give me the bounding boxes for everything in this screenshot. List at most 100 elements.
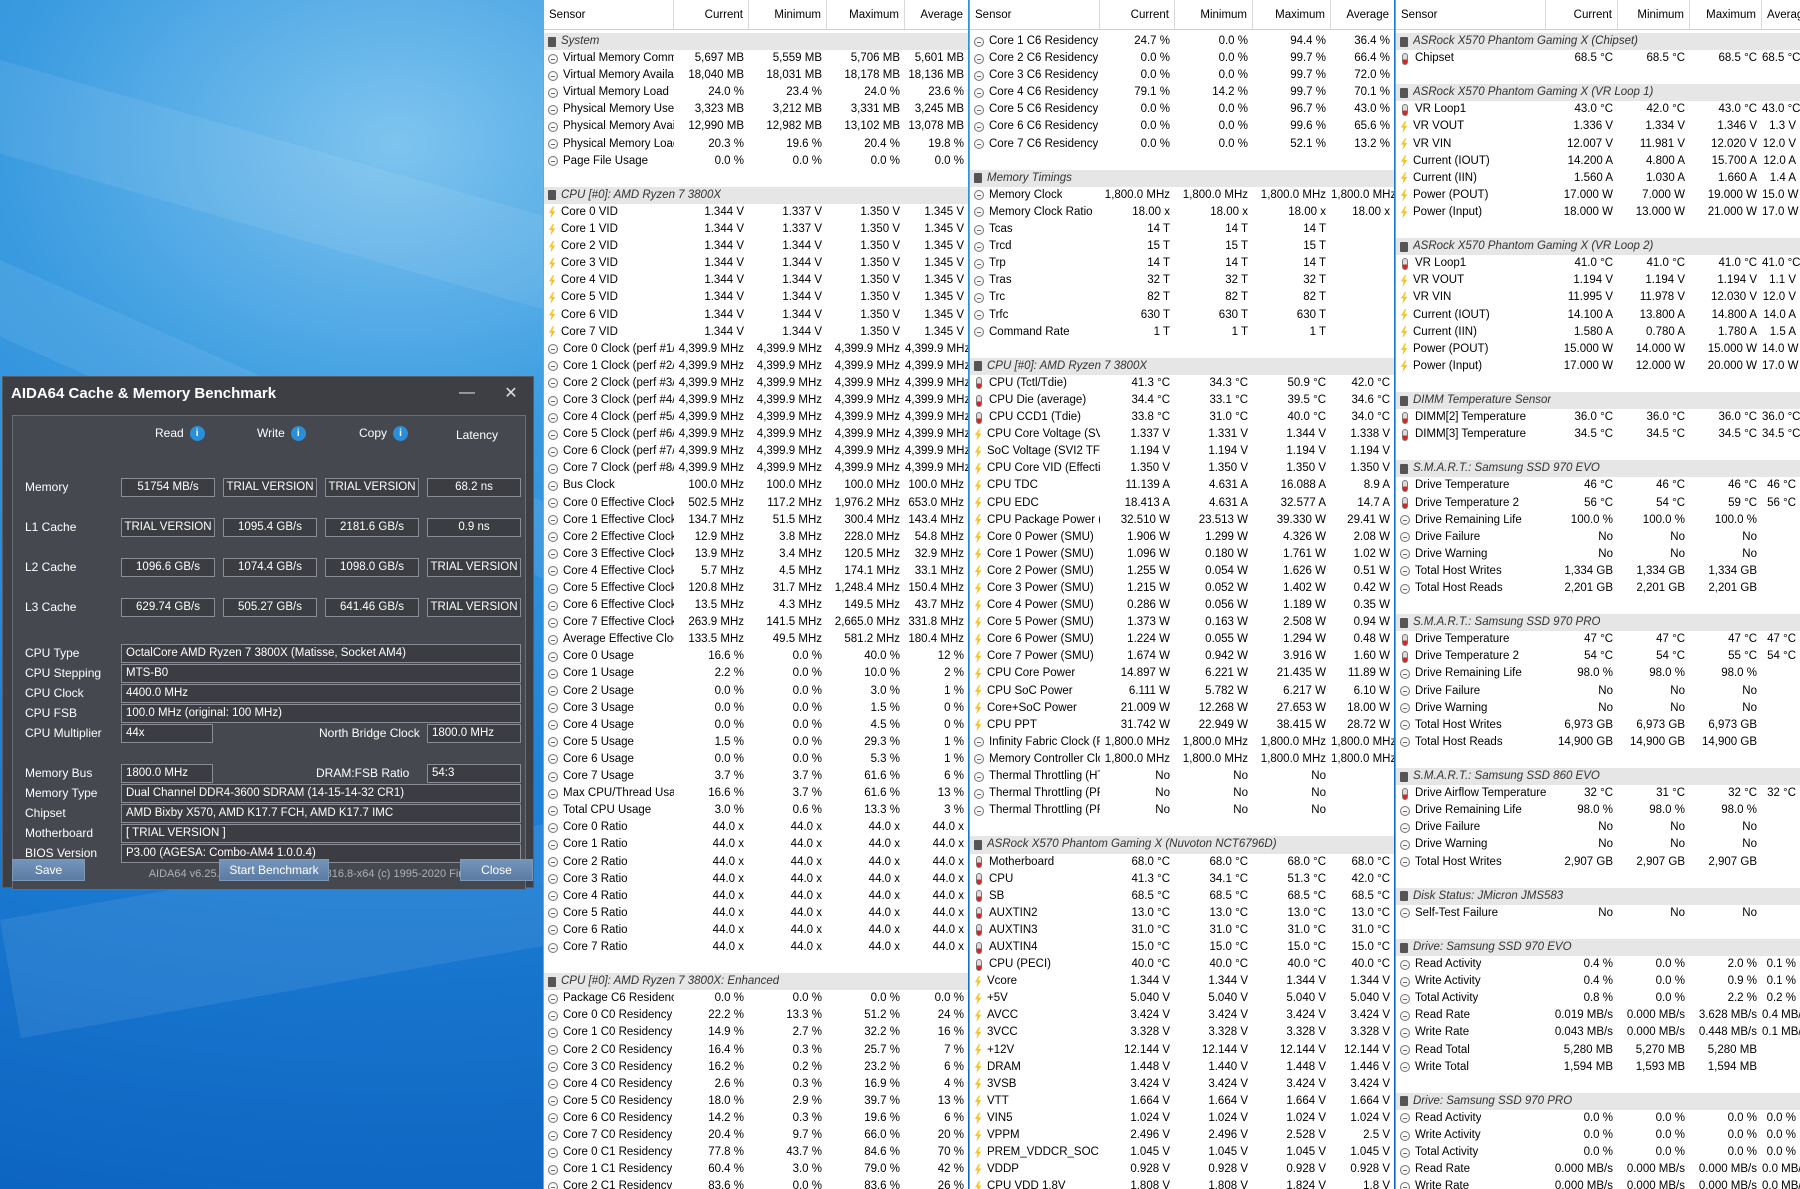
sensor-group-header[interactable]: S.M.A.R.T.: Samsung SSD 970 PRO [1396, 614, 1800, 632]
sensor-group-header[interactable]: ASRock X570 Phantom Gaming X (VR Loop 1) [1396, 84, 1800, 102]
sensor-row[interactable]: Chipset 68.5 °C 68.5 °C 68.5 °C 68.5 °C [1396, 50, 1800, 67]
sensor-row[interactable]: Core 6 C6 Residency 0.0 % 0.0 % 99.6 % 65.6 … [970, 118, 1394, 135]
sensor-row[interactable]: Average Effective Clock 133.5 MHz 49.5 MHz… [544, 631, 968, 648]
sensor-row[interactable]: Vcore 1.344 V 1.344 V 1.344 V 1.344 V [970, 973, 1394, 990]
column-header[interactable]: Maximum [827, 0, 905, 29]
sensor-row[interactable]: CPU Package Power (SMU) 32.510 W 23.513 W 3… [970, 512, 1394, 529]
sensor-row[interactable]: Drive Warning No No No [1396, 700, 1800, 717]
sensor-row[interactable]: Core 2 VID 1.344 V 1.344 V 1.350 V 1.345 V [544, 238, 968, 255]
aida64-benchmark-window[interactable]: AIDA64 Cache & Memory Benchmark — ✕ Read… [2, 376, 534, 890]
start-benchmark-button[interactable]: Start Benchmark [219, 859, 329, 881]
sensor-row[interactable]: Thermal Throttling (PROCHOT EXT) No No No [970, 802, 1394, 819]
sensor-row[interactable]: Memory Clock 1,800.0 MHz 1,800.0 MHz 1,800.… [970, 187, 1394, 204]
sensor-row[interactable]: Core 5 C6 Residency 0.0 % 0.0 % 96.7 % 43.0 … [970, 101, 1394, 118]
sensor-row[interactable]: Current (IIN) 1.580 A 0.780 A 1.780 A 1.5 A [1396, 324, 1800, 341]
sensor-row[interactable]: Power (Input) 17.000 W 12.000 W 20.000 W 17.… [1396, 358, 1800, 375]
sensor-row[interactable]: AUXTIN2 13.0 °C 13.0 °C 13.0 °C 13.0 °C [970, 905, 1394, 922]
column-header[interactable]: Sensor [544, 0, 674, 29]
sensor-row[interactable]: Trc 82 T 82 T 82 T [970, 289, 1394, 306]
sensor-row[interactable]: AUXTIN4 15.0 °C 15.0 °C 15.0 °C 15.0 °C [970, 939, 1394, 956]
sensor-row[interactable]: Core 4 Ratio 44.0 x 44.0 x 44.0 x 44.0 x [544, 888, 968, 905]
sensor-row[interactable]: PREM_VDDCR_SOC 1.045 V 1.045 V 1.045 V 1.045… [970, 1144, 1394, 1161]
sensor-row[interactable]: Core 1 C6 Residency 24.7 % 0.0 % 94.4 % 36.4… [970, 33, 1394, 50]
sensor-row[interactable]: Core 1 VID 1.344 V 1.337 V 1.350 V 1.345 V [544, 221, 968, 238]
sensor-row[interactable]: Core 7 Usage 3.7 % 3.7 % 61.6 % 6 % [544, 768, 968, 785]
sensor-row[interactable]: Memory Controller Clock (UCLK) 1,800.0 MH… [970, 751, 1394, 768]
sensor-row[interactable]: Trp 14 T 14 T 14 T [970, 255, 1394, 272]
sensor-row[interactable]: Drive Temperature 47 °C 47 °C 47 °C 47 °C [1396, 631, 1800, 648]
sensor-row[interactable]: Core 0 C1 Residency 77.8 % 43.7 % 84.6 % 70 … [544, 1144, 968, 1161]
sensor-row[interactable]: Max CPU/Thread Usage 16.6 % 3.7 % 61.6 % 13 … [544, 785, 968, 802]
sensor-row[interactable]: Drive Warning No No No [1396, 836, 1800, 853]
sensor-row[interactable]: Self-Test Failure No No No [1396, 905, 1800, 922]
sensor-group-header[interactable]: ASRock X570 Phantom Gaming X (Chipset) [1396, 33, 1800, 51]
column-header[interactable]: Current [674, 0, 749, 29]
sensor-row[interactable]: Core 2 Usage 0.0 % 0.0 % 3.0 % 1 % [544, 683, 968, 700]
sensor-row[interactable]: Core 4 Power (SMU) 0.286 W 0.056 W 1.189 W 0… [970, 597, 1394, 614]
sensor-row[interactable]: Core 5 Effective Clock 120.8 MHz 31.7 MHz 1… [544, 580, 968, 597]
sensor-row[interactable]: Core 5 Ratio 44.0 x 44.0 x 44.0 x 44.0 x [544, 905, 968, 922]
sensor-group-header[interactable]: S.M.A.R.T.: Samsung SSD 970 EVO [1396, 460, 1800, 478]
sensor-row[interactable]: Core 7 Effective Clock 263.9 MHz 141.5 MHz… [544, 614, 968, 631]
sensor-row[interactable]: Thermal Throttling (PROCHOT CPU) No No No [970, 785, 1394, 802]
column-header[interactable]: Average [905, 0, 968, 29]
sensor-row[interactable]: Core 1 C1 Residency 60.4 % 3.0 % 79.0 % 42 % [544, 1161, 968, 1178]
sensor-row[interactable]: CPU CCD1 (Tdie) 33.8 °C 31.0 °C 40.0 °C 34.0… [970, 409, 1394, 426]
sensor-row[interactable]: Core 1 Power (SMU) 1.096 W 0.180 W 1.761 W 1… [970, 546, 1394, 563]
sensor-row[interactable]: CPU SoC Power 6.111 W 5.782 W 6.217 W 6.10 W [970, 683, 1394, 700]
sensor-row[interactable]: Current (IIN) 1.560 A 1.030 A 1.660 A 1.4 A [1396, 170, 1800, 187]
sensor-row[interactable]: Core 1 C0 Residency 14.9 % 2.7 % 32.2 % 16 % [544, 1024, 968, 1041]
close-x-button[interactable]: ✕ [489, 383, 533, 403]
sensor-row[interactable]: Total Host Reads 2,201 GB 2,201 GB 2,201 GB [1396, 580, 1800, 597]
sensor-row[interactable]: Total Host Writes 2,907 GB 2,907 GB 2,907 G… [1396, 854, 1800, 871]
sensor-row[interactable]: AUXTIN3 31.0 °C 31.0 °C 31.0 °C 31.0 °C [970, 922, 1394, 939]
column-header[interactable]: Minimum [1618, 0, 1690, 29]
sensor-group-header[interactable]: ASRock X570 Phantom Gaming X (VR Loop 2) [1396, 238, 1800, 256]
sensor-row[interactable]: Core 3 Power (SMU) 1.215 W 0.052 W 1.402 W 0… [970, 580, 1394, 597]
sensor-row[interactable]: Read Activity 0.0 % 0.0 % 0.0 % 0.0 % [1396, 1110, 1800, 1127]
sensor-row[interactable]: Memory Clock Ratio 18.00 x 18.00 x 18.00 x 1… [970, 204, 1394, 221]
sensor-row[interactable]: Power (POUT) 15.000 W 14.000 W 15.000 W 14.0… [1396, 341, 1800, 358]
save-button[interactable]: Save [12, 859, 85, 881]
sensor-row[interactable]: Core 1 Usage 2.2 % 0.0 % 10.0 % 2 % [544, 665, 968, 682]
sensor-row[interactable]: Core 6 VID 1.344 V 1.344 V 1.350 V 1.345 V [544, 307, 968, 324]
sensor-row[interactable]: Write Rate 0.000 MB/s 0.000 MB/s 0.000 MB/s… [1396, 1178, 1800, 1189]
sensor-row[interactable]: Virtual Memory Committed 5,697 MB 5,559 MB… [544, 50, 968, 67]
column-header[interactable]: Average [1331, 0, 1394, 29]
sensor-group-header[interactable]: DIMM Temperature Sensor [1396, 391, 1800, 410]
sensor-row[interactable]: Core 4 Usage 0.0 % 0.0 % 4.5 % 0 % [544, 717, 968, 734]
sensor-row[interactable]: Read Rate 0.019 MB/s 0.000 MB/s 3.628 MB/s 0… [1396, 1007, 1800, 1024]
close-button[interactable]: Close [460, 859, 533, 881]
sensor-group-header[interactable]: Drive: Samsung SSD 970 PRO [1396, 1092, 1800, 1110]
sensor-row[interactable]: Power (Input) 18.000 W 13.000 W 21.000 W 17.… [1396, 204, 1800, 221]
sensor-row[interactable]: Core 0 Ratio 44.0 x 44.0 x 44.0 x 44.0 x [544, 819, 968, 836]
sensor-row[interactable]: VR VIN 11.995 V 11.978 V 12.030 V 12.0 V [1396, 289, 1800, 306]
column-header[interactable]: Sensor [970, 0, 1100, 29]
sensor-row[interactable]: Write Activity 0.4 % 0.0 % 0.9 % 0.1 % [1396, 973, 1800, 990]
sensor-row[interactable]: Write Total 1,594 MB 1,593 MB 1,594 MB [1396, 1059, 1800, 1076]
sensor-row[interactable]: Drive Failure No No No [1396, 529, 1800, 546]
sensor-row[interactable]: CPU Core VID (Effective) 1.350 V 1.350 V 1.… [970, 460, 1394, 477]
sensor-row[interactable]: VTT 1.664 V 1.664 V 1.664 V 1.664 V [970, 1093, 1394, 1110]
sensor-row[interactable]: Core 3 Clock (perf #4/4) 4,399.9 MHz 4,399… [544, 392, 968, 409]
sensor-row[interactable]: VR VIN 12.007 V 11.981 V 12.020 V 12.0 V [1396, 136, 1800, 153]
sensor-row[interactable]: Bus Clock 100.0 MHz 100.0 MHz 100.0 MHz 100.… [544, 477, 968, 494]
sensor-row[interactable]: Core 0 Usage 16.6 % 0.0 % 40.0 % 12 % [544, 648, 968, 665]
sensor-row[interactable]: DRAM 1.448 V 1.440 V 1.448 V 1.446 V [970, 1059, 1394, 1076]
sensor-row[interactable]: Physical Memory Load 20.3 % 19.6 % 20.4 % 19… [544, 136, 968, 153]
sensor-row[interactable]: Trcd 15 T 15 T 15 T [970, 238, 1394, 255]
sensor-row[interactable]: Drive Remaining Life 98.0 % 98.0 % 98.0 % [1396, 802, 1800, 819]
sensor-row[interactable]: Core 5 Usage 1.5 % 0.0 % 29.3 % 1 % [544, 734, 968, 751]
sensor-group-header[interactable]: System [544, 33, 968, 51]
sensor-row[interactable]: Core 2 Clock (perf #3/3) 4,399.9 MHz 4,399… [544, 375, 968, 392]
sensor-row[interactable]: Write Activity 0.0 % 0.0 % 0.0 % 0.0 % [1396, 1127, 1800, 1144]
sensor-row[interactable]: DIMM[2] Temperature 36.0 °C 36.0 °C 36.0 °C… [1396, 409, 1800, 426]
sensors-panel-2[interactable]: Sensor Current Minimum Maximum Average Core 1… [969, 0, 1394, 1189]
sensor-row[interactable]: CPU Core Power 14.897 W 6.221 W 21.435 W 11.… [970, 665, 1394, 682]
sensor-row[interactable]: CPU 41.3 °C 34.1 °C 51.3 °C 42.0 °C [970, 871, 1394, 888]
sensor-row[interactable]: Core 7 VID 1.344 V 1.344 V 1.350 V 1.345 V [544, 324, 968, 341]
column-header[interactable]: Current [1100, 0, 1175, 29]
sensor-row[interactable]: Thermal Throttling (HTC) No No No [970, 768, 1394, 785]
sensor-row[interactable]: Write Rate 0.043 MB/s 0.000 MB/s 0.448 MB/s… [1396, 1024, 1800, 1041]
sensor-row[interactable]: Core 2 Power (SMU) 1.255 W 0.054 W 1.626 W 0… [970, 563, 1394, 580]
